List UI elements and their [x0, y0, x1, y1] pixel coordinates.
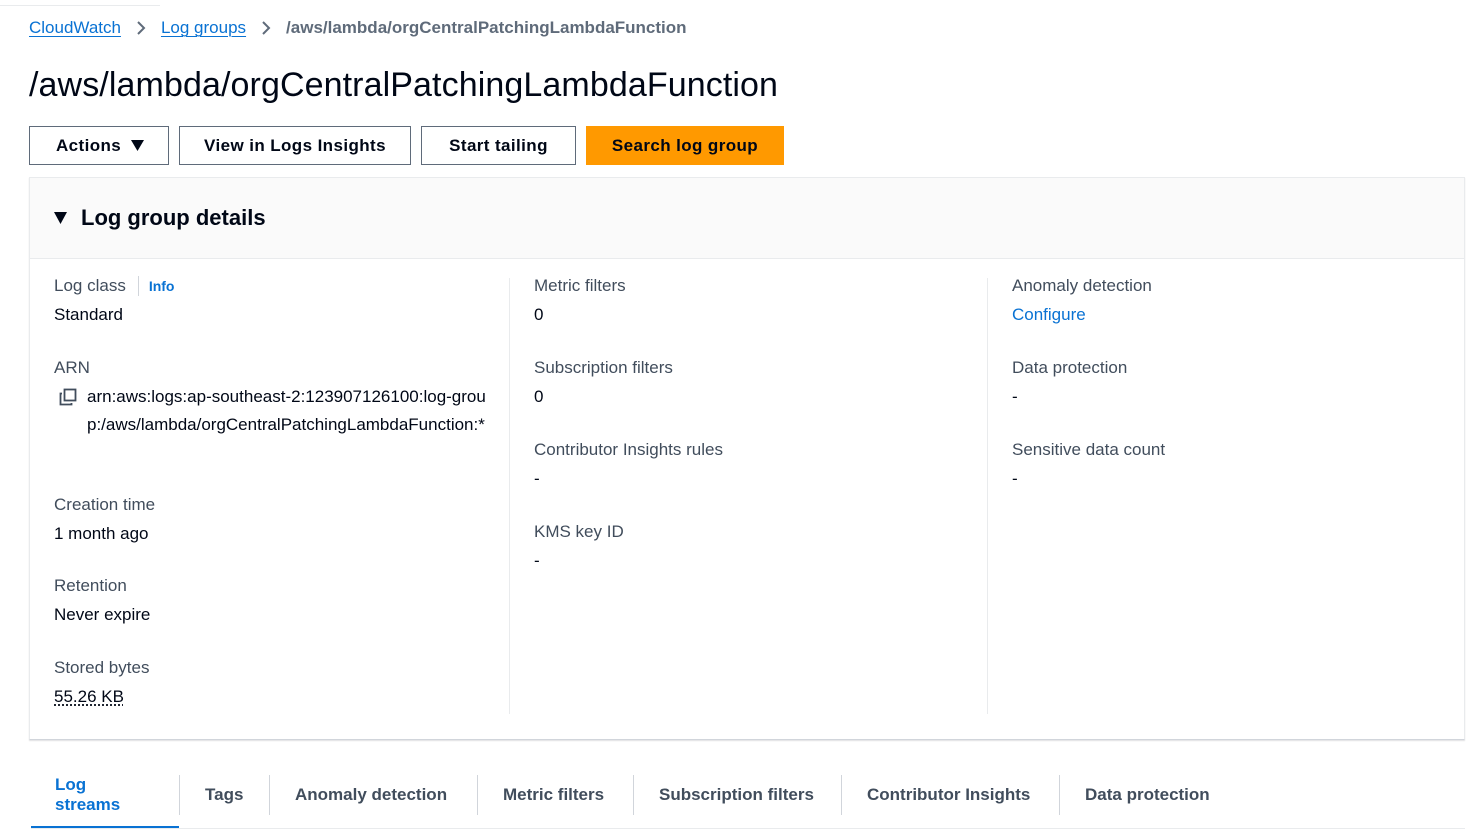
copy-icon[interactable] — [59, 388, 77, 406]
panel-title: Log group details — [81, 205, 266, 230]
panel-header-toggle[interactable]: Log group details — [30, 178, 1464, 259]
sensitive-data-field: Sensitive data count - — [1012, 439, 1165, 490]
tab-contributor-insights[interactable]: Contributor Insights — [841, 775, 1059, 815]
data-protection-field: Data protection - — [1012, 357, 1127, 408]
arn-field: ARN arn:aws:logs:ap-southeast-2:12390712… — [54, 357, 487, 439]
log-group-details-panel: Log group details Log class Info Standar… — [29, 177, 1465, 740]
caret-down-icon — [54, 212, 67, 224]
contributor-insights-label: Contributor Insights rules — [534, 440, 723, 459]
actions-label: Actions — [56, 135, 122, 155]
anomaly-detection-label: Anomaly detection — [1012, 276, 1152, 295]
kms-key-label: KMS key ID — [534, 522, 624, 541]
data-protection-value: - — [1012, 387, 1018, 406]
metric-filters-label: Metric filters — [534, 276, 626, 295]
tab-metric-filters[interactable]: Metric filters — [477, 775, 633, 815]
start-tailing-button[interactable]: Start tailing — [421, 126, 576, 165]
log-class-info-link[interactable]: Info — [137, 276, 174, 296]
retention-field: Retention Never expire — [54, 575, 150, 626]
actions-dropdown-button[interactable]: Actions — [29, 126, 169, 165]
breadcrumb-log-groups[interactable]: Log groups — [161, 18, 246, 38]
tab-log-streams[interactable]: Log streams — [31, 775, 179, 829]
breadcrumb-cloudwatch[interactable]: CloudWatch — [29, 18, 121, 38]
log-class-label: Log class — [54, 276, 126, 295]
tab-tags[interactable]: Tags — [179, 775, 269, 815]
sensitive-data-value: - — [1012, 469, 1018, 488]
subscription-filters-value: 0 — [534, 387, 544, 406]
anomaly-detection-field: Anomaly detection Configure — [1012, 275, 1152, 326]
creation-time-label: Creation time — [54, 495, 156, 514]
breadcrumb: CloudWatch Log groups /aws/lambda/orgCen… — [29, 16, 687, 40]
column-divider — [987, 278, 988, 714]
tab-bar: Log streams Tags Anomaly detection Metri… — [31, 775, 1241, 829]
retention-label: Retention — [54, 576, 127, 595]
data-protection-label: Data protection — [1012, 358, 1128, 377]
view-in-logs-insights-button[interactable]: View in Logs Insights — [179, 126, 411, 165]
search-log-group-button[interactable]: Search log group — [586, 126, 784, 165]
log-class-field: Log class Info Standard — [54, 275, 174, 326]
kms-key-value: - — [534, 551, 540, 570]
subscription-filters-field: Subscription filters 0 — [534, 357, 673, 408]
creation-time-field: Creation time 1 month ago — [54, 494, 155, 545]
arn-value: arn:aws:logs:ap-southeast-2:123907126100… — [87, 387, 486, 434]
configure-anomaly-detection-link[interactable]: Configure — [1012, 304, 1152, 326]
arn-label: ARN — [54, 358, 90, 377]
retention-value: Never expire — [54, 605, 151, 624]
stored-bytes-field: Stored bytes 55.26 KB — [54, 657, 149, 708]
chevron-right-icon — [246, 21, 286, 35]
sensitive-data-label: Sensitive data count — [1012, 440, 1166, 459]
page-title: /aws/lambda/orgCentralPatchingLambdaFunc… — [29, 66, 779, 104]
tab-data-protection[interactable]: Data protection — [1059, 775, 1241, 815]
tab-subscription-filters[interactable]: Subscription filters — [633, 775, 841, 815]
tab-bar-divider — [31, 828, 1465, 829]
metric-filters-field: Metric filters 0 — [534, 275, 626, 326]
creation-time-value: 1 month ago — [54, 524, 149, 543]
log-class-value: Standard — [54, 305, 123, 324]
stored-bytes-value[interactable]: 55.26 KB — [54, 686, 149, 708]
kms-key-field: KMS key ID - — [534, 521, 624, 572]
stored-bytes-label: Stored bytes — [54, 658, 150, 677]
toolbar: Actions View in Logs Insights Start tail… — [29, 126, 794, 165]
top-edge-divider — [0, 0, 160, 6]
tab-anomaly-detection[interactable]: Anomaly detection — [269, 775, 477, 815]
contributor-insights-field: Contributor Insights rules - — [534, 439, 723, 490]
breadcrumb-current: /aws/lambda/orgCentralPatchingLambdaFunc… — [286, 18, 687, 37]
caret-down-icon — [131, 140, 144, 151]
metric-filters-value: 0 — [534, 305, 544, 324]
column-divider — [509, 278, 510, 714]
chevron-right-icon — [121, 21, 161, 35]
subscription-filters-label: Subscription filters — [534, 358, 673, 377]
contributor-insights-value: - — [534, 469, 540, 488]
